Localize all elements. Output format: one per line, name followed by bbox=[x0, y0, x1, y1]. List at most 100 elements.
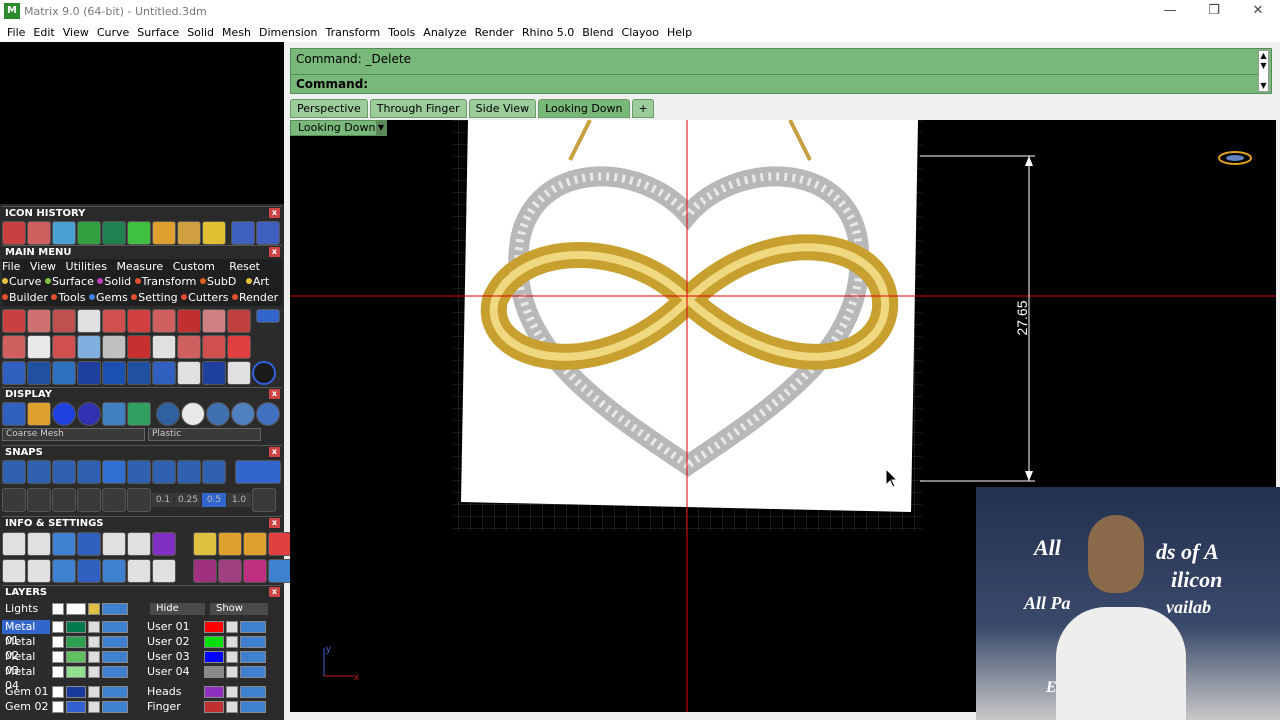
cube-icon[interactable] bbox=[127, 309, 151, 333]
visibility-toggle[interactable] bbox=[102, 636, 128, 648]
move-icon[interactable] bbox=[2, 361, 26, 385]
menu-file[interactable]: File bbox=[3, 26, 29, 39]
snap-value-0[interactable]: 0.1 bbox=[152, 493, 174, 507]
flow-icon[interactable] bbox=[52, 361, 76, 385]
bowl-icon[interactable] bbox=[102, 309, 126, 333]
cat-subd[interactable]: SubD bbox=[207, 275, 236, 288]
snap-perp-icon[interactable] bbox=[152, 460, 176, 484]
menu-view[interactable]: View bbox=[59, 26, 93, 39]
close-button[interactable]: ✕ bbox=[1236, 0, 1280, 22]
cylinder-icon[interactable] bbox=[2, 335, 26, 359]
cylinder-icon[interactable] bbox=[27, 221, 51, 245]
mm-utilities[interactable]: Utilities bbox=[66, 260, 107, 273]
layer-row[interactable]: Metal 04 bbox=[0, 665, 140, 692]
tab-through-finger[interactable]: Through Finger bbox=[369, 99, 467, 118]
layer-row[interactable]: User 03 bbox=[142, 650, 282, 664]
lock-icon[interactable] bbox=[88, 651, 100, 663]
properties-icon[interactable] bbox=[77, 532, 101, 556]
circle-icon[interactable] bbox=[252, 361, 276, 385]
expand-icon[interactable] bbox=[52, 603, 64, 615]
close-icon[interactable]: x bbox=[269, 518, 280, 528]
tool-b-icon[interactable] bbox=[218, 532, 242, 556]
expand-icon[interactable] bbox=[52, 686, 64, 698]
close-icon[interactable]: x bbox=[269, 247, 280, 257]
layer-color-swatch[interactable] bbox=[204, 621, 224, 633]
array-icon[interactable] bbox=[77, 361, 101, 385]
env-sphere-icon[interactable] bbox=[256, 402, 280, 426]
cat-cutters[interactable]: Cutters bbox=[188, 291, 228, 304]
menu-transform[interactable]: Transform bbox=[321, 26, 384, 39]
layer-row[interactable]: Heads bbox=[142, 685, 282, 699]
layer-row[interactable]: Metal 02 bbox=[0, 635, 140, 662]
explode-icon[interactable] bbox=[152, 361, 176, 385]
tube-icon[interactable] bbox=[27, 309, 51, 333]
layer-row[interactable]: Gem 02 bbox=[0, 700, 140, 714]
expand-icon[interactable] bbox=[52, 621, 64, 633]
cube-view-icon[interactable] bbox=[52, 559, 76, 583]
hook-icon[interactable] bbox=[227, 309, 251, 333]
layer-row[interactable]: User 01 bbox=[142, 620, 282, 634]
notes-icon[interactable] bbox=[152, 559, 176, 583]
tab-looking-down[interactable]: Looking Down bbox=[538, 99, 630, 118]
lock-icon[interactable] bbox=[226, 636, 238, 648]
layer-color-swatch[interactable] bbox=[204, 701, 224, 713]
visibility-toggle[interactable] bbox=[102, 701, 128, 713]
white-sphere-icon[interactable] bbox=[181, 402, 205, 426]
mesh-dropdown[interactable]: Coarse Mesh bbox=[2, 428, 145, 441]
layer-row[interactable]: Metal 01 bbox=[0, 620, 140, 647]
osnap-icon[interactable] bbox=[77, 488, 101, 512]
mm-reset[interactable]: Reset bbox=[229, 259, 260, 274]
menu-surface[interactable]: Surface bbox=[133, 26, 183, 39]
rail-icon[interactable] bbox=[52, 309, 76, 333]
prism-icon[interactable] bbox=[77, 335, 101, 359]
magic-icon[interactable] bbox=[193, 559, 217, 583]
layer-icon[interactable] bbox=[52, 532, 76, 556]
snap-cen-icon[interactable] bbox=[102, 460, 126, 484]
mm-view[interactable]: View bbox=[30, 260, 56, 273]
lock-icon[interactable] bbox=[226, 686, 238, 698]
tab-side-view[interactable]: Side View bbox=[468, 99, 537, 118]
mm-file[interactable]: File bbox=[2, 260, 20, 273]
arrow-left-icon[interactable] bbox=[231, 221, 255, 245]
lock-icon[interactable] bbox=[226, 621, 238, 633]
layer-row[interactable]: User 02 bbox=[142, 635, 282, 649]
arc-icon[interactable] bbox=[177, 221, 201, 245]
mirror-icon[interactable] bbox=[177, 361, 201, 385]
shape-icon[interactable] bbox=[202, 335, 226, 359]
close-icon[interactable]: x bbox=[269, 208, 280, 218]
layer-color-swatch[interactable] bbox=[66, 666, 86, 678]
snap-near-icon[interactable] bbox=[27, 460, 51, 484]
settings-icon[interactable] bbox=[2, 532, 26, 556]
menu-blend[interactable]: Blend bbox=[578, 26, 617, 39]
monitor-icon[interactable] bbox=[27, 559, 51, 583]
split-icon[interactable] bbox=[152, 335, 176, 359]
expand-icon[interactable] bbox=[52, 636, 64, 648]
document-icon[interactable] bbox=[102, 532, 126, 556]
snap-end-icon[interactable] bbox=[2, 460, 26, 484]
twist-icon[interactable] bbox=[227, 335, 251, 359]
lock-icon[interactable] bbox=[88, 686, 100, 698]
layer-color-swatch[interactable] bbox=[204, 651, 224, 663]
curve-icon[interactable] bbox=[2, 309, 26, 333]
viewports-icon[interactable] bbox=[2, 559, 26, 583]
layer-color-swatch[interactable] bbox=[204, 686, 224, 698]
texture-icon[interactable] bbox=[127, 402, 151, 426]
blue-sphere-icon[interactable] bbox=[206, 402, 230, 426]
visibility-toggle[interactable] bbox=[102, 686, 128, 698]
visibility-toggle[interactable] bbox=[102, 666, 128, 678]
gumball-snap-icon[interactable] bbox=[127, 488, 151, 512]
show-button[interactable]: Show bbox=[210, 603, 268, 615]
material-dropdown[interactable]: Plastic bbox=[148, 428, 261, 441]
layer-color-swatch[interactable] bbox=[66, 701, 86, 713]
filter-icon[interactable] bbox=[102, 559, 126, 583]
layer-name[interactable]: Heads bbox=[144, 685, 200, 699]
layer-color-swatch[interactable] bbox=[204, 666, 224, 678]
visibility-toggle[interactable] bbox=[102, 621, 128, 633]
gem-icon[interactable] bbox=[152, 532, 176, 556]
cat-surface[interactable]: Surface bbox=[52, 275, 94, 288]
layer-color-swatch[interactable] bbox=[66, 636, 86, 648]
menu-curve[interactable]: Curve bbox=[93, 26, 133, 39]
ribbon-icon[interactable] bbox=[202, 309, 226, 333]
layer-color-swatch[interactable] bbox=[204, 636, 224, 648]
surface-icon[interactable] bbox=[52, 221, 76, 245]
